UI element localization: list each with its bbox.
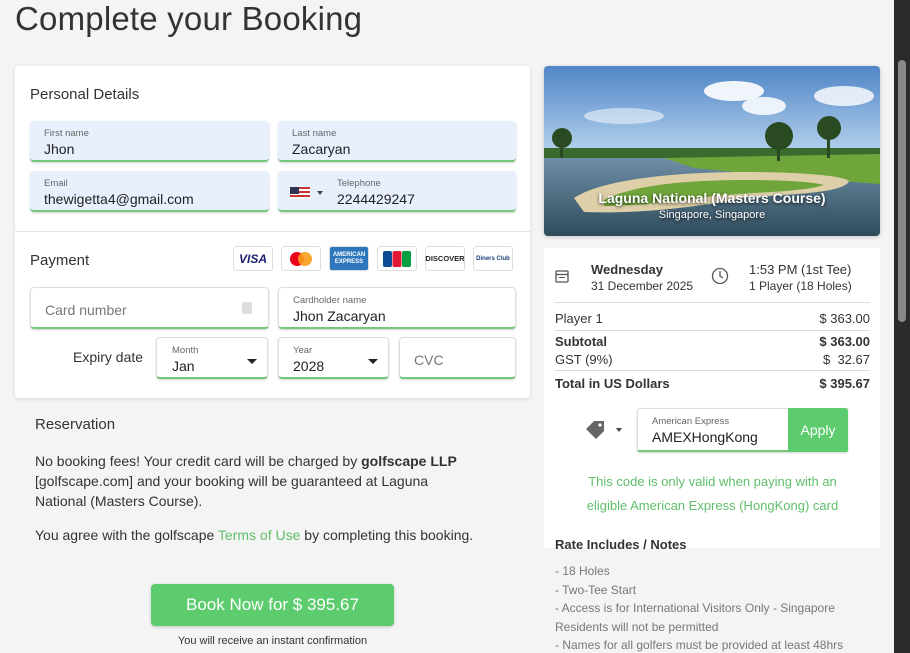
cvc-field[interactable]: CVC: [399, 337, 516, 379]
card-number-field[interactable]: Card number: [30, 287, 269, 329]
lock-icon: [242, 302, 252, 314]
reservation-heading: Reservation: [35, 416, 116, 433]
expiry-year-select[interactable]: Year 2028: [278, 337, 389, 379]
list-item: - Access is for International Visitors O…: [555, 601, 835, 634]
page-scrollbar[interactable]: [894, 0, 910, 653]
booking-form-card: Personal Details First name Jhon Last na…: [15, 66, 530, 398]
apply-promo-button[interactable]: Apply: [788, 408, 848, 452]
rate-notes-list: - 18 Holes - Two-Tee Start - Access is f…: [555, 562, 875, 653]
player-count: 1 Player (18 Holes): [749, 279, 852, 293]
last-name-field[interactable]: Last name Zacaryan: [278, 121, 516, 162]
mastercard-icon: [281, 246, 321, 271]
country-caret-icon[interactable]: [317, 191, 323, 195]
player-1-row: Player 1 $ 363.00: [555, 311, 870, 326]
promo-validity-note: This code is only valid when paying with…: [586, 474, 839, 513]
cardholder-label: Cardholder name: [293, 295, 367, 306]
book-now-button[interactable]: Book Now for $ 395.67: [151, 584, 394, 626]
cardholder-field[interactable]: Cardholder name Jhon Zacaryan: [278, 287, 516, 329]
us-flag-icon[interactable]: [290, 187, 310, 199]
diners-club-icon: Diners Club: [473, 246, 513, 271]
summary-divider: [555, 302, 870, 303]
section-divider: [15, 231, 530, 232]
promo-value: AMEXHongKong: [652, 429, 758, 445]
course-name: Laguna National (Masters Course): [598, 190, 826, 206]
list-item: - Two-Tee Start: [555, 582, 637, 597]
summary-divider: [555, 330, 870, 331]
year-value: 2028: [293, 358, 325, 374]
month-caret-icon: [247, 359, 257, 364]
promo-tag-icon[interactable]: [584, 420, 608, 440]
month-label: Month: [172, 345, 199, 356]
year-caret-icon: [368, 359, 378, 364]
visa-icon: VISA: [233, 246, 273, 271]
cvc-placeholder: CVC: [414, 352, 444, 368]
first-name-label: First name: [44, 128, 89, 139]
list-item: - Names for all golfers must be provided…: [555, 638, 844, 652]
terms-of-use-link[interactable]: Terms of Use: [218, 527, 300, 543]
tee-day: Wednesday: [591, 262, 664, 277]
list-item: - 18 Holes: [555, 564, 610, 578]
tee-time: 1:53 PM (1st Tee): [749, 262, 852, 277]
calendar-icon: [555, 270, 569, 283]
personal-details-heading: Personal Details: [30, 86, 140, 103]
year-label: Year: [293, 345, 313, 356]
telephone-field[interactable]: Telephone 2244429247: [278, 171, 516, 212]
first-name-value: Jhon: [44, 141, 75, 157]
gst-row: GST (9%) $ 32.67: [555, 352, 870, 367]
course-location: Singapore, Singapore: [658, 209, 766, 221]
telephone-label: Telephone: [337, 178, 381, 189]
promo-caret-icon[interactable]: [616, 428, 622, 432]
discover-icon: DISCOVER: [425, 246, 465, 271]
instant-confirmation-note: You will receive an instant confirmation: [177, 635, 368, 647]
subtotal-row: Subtotal $ 363.00: [555, 334, 870, 349]
course-image: Laguna National (Masters Course) Singapo…: [544, 66, 880, 236]
page-title: Complete your Booking: [15, 0, 363, 37]
cardholder-value: Jhon Zacaryan: [293, 308, 386, 324]
summary-divider: [555, 370, 870, 371]
scrollbar-thumb[interactable]: [898, 60, 906, 322]
email-field[interactable]: Email thewigetta4@gmail.com: [30, 171, 269, 212]
telephone-value: 2244429247: [337, 191, 415, 207]
last-name-label: Last name: [292, 128, 337, 139]
rate-notes-heading: Rate Includes / Notes: [555, 537, 687, 552]
promo-label: American Express: [652, 416, 730, 427]
tee-date: 31 December 2025: [591, 279, 694, 293]
expiry-date-label: Expiry date: [73, 349, 144, 365]
last-name-value: Zacaryan: [292, 141, 351, 157]
email-label: Email: [44, 178, 68, 189]
card-number-placeholder: Card number: [45, 302, 127, 318]
expiry-month-select[interactable]: Month Jan: [156, 337, 268, 379]
month-value: Jan: [172, 358, 195, 374]
clock-icon: [711, 267, 729, 285]
fee-note: No booking fees! Your credit card will b…: [35, 453, 457, 509]
total-row: Total in US Dollars $ 395.67: [555, 376, 870, 391]
terms-note: You agree with the golfscape Terms of Us…: [35, 527, 474, 543]
reservation-section: Reservation No booking fees! Your credit…: [35, 415, 475, 559]
jcb-icon: [377, 246, 417, 271]
payment-heading: Payment: [30, 252, 90, 269]
email-value: thewigetta4@gmail.com: [44, 191, 194, 207]
amex-icon: AMERICAN EXPRESS: [329, 246, 369, 271]
merchant-name: golfscape LLP: [361, 453, 457, 469]
first-name-field[interactable]: First name Jhon: [30, 121, 269, 162]
